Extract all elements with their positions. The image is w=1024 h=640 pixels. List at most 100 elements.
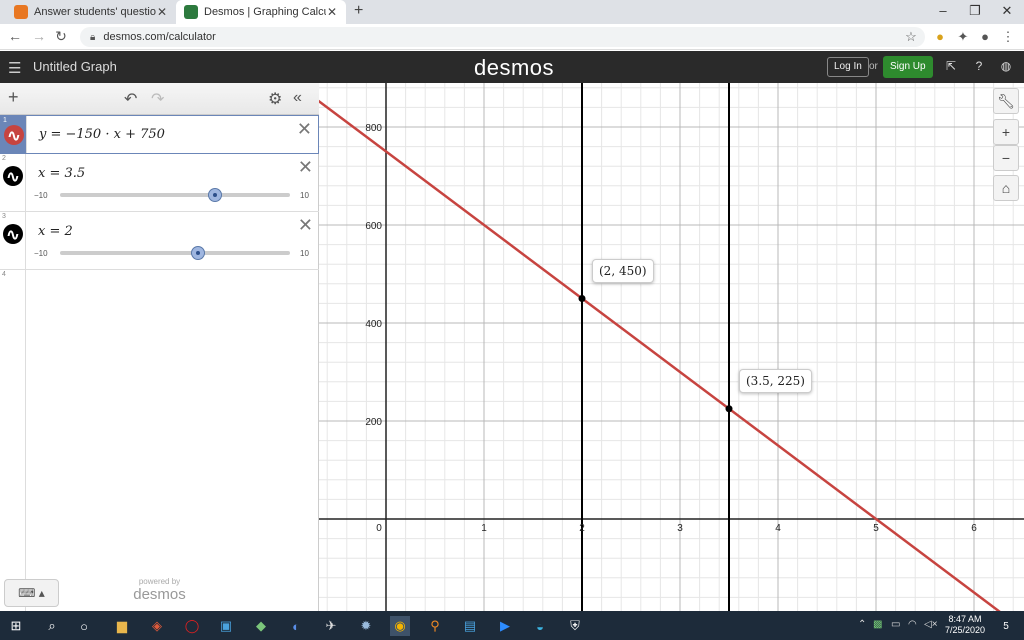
undo-icon[interactable]: ↶ — [124, 89, 137, 109]
y-tick-label: 200 — [365, 417, 382, 428]
zoom-app-icon[interactable]: ▶ — [495, 616, 515, 636]
clock[interactable]: 8:47 AM 7/25/2020 — [938, 614, 992, 636]
bookmark-star-icon[interactable]: ☆ — [903, 29, 919, 45]
x-tick-label: 1 — [481, 523, 487, 534]
app-icon[interactable]: ✈ — [321, 616, 341, 636]
slider-min[interactable]: −10 — [34, 191, 48, 200]
add-item-icon[interactable]: + — [8, 87, 19, 108]
graph-color-icon[interactable]: ∿ — [3, 166, 23, 186]
search-app-icon[interactable]: ⚲ — [425, 616, 445, 636]
redo-icon[interactable]: ↷ — [151, 89, 164, 109]
tray-chevron-icon[interactable]: ⌃ — [858, 619, 866, 630]
task-view-icon[interactable]: ○ — [74, 616, 94, 636]
collapse-panel-icon[interactable]: « — [293, 89, 302, 107]
extensions-puzzle-icon[interactable]: ✦ — [955, 29, 971, 45]
share-icon[interactable]: ⇱ — [942, 59, 960, 73]
keypad-toggle-button[interactable]: ⌨ ▴ — [4, 579, 59, 607]
battery-icon[interactable]: ▭ — [891, 619, 900, 630]
menu-icon[interactable]: ☰ — [8, 59, 21, 77]
expression-gutter: 1 ∿ — [1, 116, 27, 153]
wifi-icon[interactable]: ◠ — [908, 619, 917, 630]
point-label[interactable]: (3.5, 225) — [739, 368, 812, 393]
browser-menu-icon[interactable]: ⋮ — [1000, 29, 1016, 45]
delete-expression-icon[interactable]: ✕ — [297, 119, 312, 140]
point-label[interactable]: (2, 450) — [592, 258, 654, 283]
log-in-button[interactable]: Log In — [827, 57, 869, 77]
zoom-out-button[interactable]: − — [993, 145, 1019, 171]
delete-expression-icon[interactable]: ✕ — [298, 215, 313, 236]
start-icon[interactable]: ⊞ — [6, 616, 26, 636]
expression-math[interactable]: y = −150 · x + 750 — [39, 127, 165, 142]
profile-icon[interactable]: ● — [977, 29, 993, 44]
home-icon[interactable]: ⌂ — [993, 175, 1019, 201]
minimize-button[interactable]: – — [928, 3, 958, 18]
volume-icon[interactable]: ◁× — [924, 619, 938, 630]
extension-icon[interactable]: ● — [932, 29, 948, 44]
keyboard-icon: ⌨ ▴ — [18, 586, 45, 600]
app-icon[interactable]: ▣ — [216, 616, 236, 636]
expression-index: 3 — [2, 213, 6, 220]
delete-expression-icon[interactable]: ✕ — [298, 157, 313, 178]
app-icon[interactable]: ▤ — [460, 616, 480, 636]
expression-row-2[interactable]: 2 ∿ x = 3.5 ✕ −10 10 — [0, 154, 319, 212]
desmos-icon — [184, 5, 198, 19]
desmos-logo: desmos — [474, 55, 555, 80]
graph-canvas[interactable]: 0 1 2 3 4 5 6 200 400 600 800 — [319, 83, 1024, 611]
chrome-icon[interactable]: ◉ — [390, 616, 410, 636]
app-icon[interactable]: ◈ — [147, 616, 167, 636]
opera-icon[interactable]: ◯ — [182, 616, 202, 636]
close-window-button[interactable]: ✕ — [992, 3, 1022, 19]
graph-paper[interactable]: 0 1 2 3 4 5 6 200 400 600 800 (2, 450) (3.5, 225) … — [319, 83, 1024, 611]
app-icon[interactable]: ✹ — [356, 616, 376, 636]
restore-button[interactable]: ❐ — [960, 3, 990, 19]
settings-gear-icon[interactable]: ⚙ — [268, 89, 282, 109]
slider-thumb[interactable] — [208, 188, 223, 202]
expression-gutter: 2 ∿ — [0, 154, 26, 211]
desmos-header: ☰ Untitled Graph desmos Log In or Sign U… — [0, 51, 1024, 83]
file-explorer-icon[interactable]: ▆ — [112, 616, 132, 636]
notification-count: 5 — [1003, 620, 1009, 632]
app-icon[interactable]: ◆ — [251, 616, 271, 636]
zoom-in-button[interactable]: + — [993, 119, 1019, 145]
globe-icon[interactable]: ◍ — [997, 59, 1015, 73]
close-tab-icon[interactable]: ✕ — [326, 5, 338, 19]
slider-track[interactable] — [60, 193, 290, 197]
slider-max[interactable]: 10 — [300, 249, 309, 258]
search-icon[interactable]: ⌕ — [42, 616, 62, 636]
expression-index: 1 — [3, 117, 7, 124]
intersection-point — [578, 295, 586, 302]
graph-color-icon[interactable]: ∿ — [3, 224, 23, 244]
reload-icon[interactable]: ↻ — [52, 28, 70, 45]
app-icon[interactable]: ◐ — [286, 616, 306, 636]
slider-track[interactable] — [60, 251, 290, 255]
notifications-icon[interactable]: 5 — [996, 616, 1016, 636]
lock-icon: 🔒︎ — [90, 31, 96, 43]
expression-math[interactable]: x = 3.5 — [38, 166, 85, 181]
graph-color-icon[interactable]: ∿ — [4, 125, 24, 145]
tab-chegg[interactable]: Answer students' questions and ✕ — [6, 0, 176, 24]
close-tab-icon[interactable]: ✕ — [156, 5, 168, 19]
expression-math[interactable]: x = 2 — [38, 224, 73, 239]
slider-max[interactable]: 10 — [300, 191, 309, 200]
tray-app-icon[interactable]: ▩ — [873, 619, 882, 630]
expression-row-3[interactable]: 3 ∿ x = 2 ✕ −10 10 — [0, 212, 319, 270]
expression-row-1[interactable]: 1 ∿ y = −150 · x + 750 ✕ — [0, 115, 319, 154]
back-icon[interactable]: ← — [6, 28, 24, 44]
new-tab-button[interactable]: + — [354, 2, 363, 20]
forward-icon[interactable]: → — [30, 28, 48, 44]
edge-icon[interactable]: ◒ — [530, 616, 550, 636]
address-bar[interactable]: 🔒︎ desmos.com/calculator — [80, 27, 925, 47]
sign-up-button[interactable]: Sign Up — [883, 56, 933, 78]
slider-thumb[interactable] — [191, 246, 205, 260]
chegg-icon — [14, 5, 28, 19]
empty-expression-row[interactable]: 4 — [0, 270, 26, 611]
x-tick-label: 2 — [579, 523, 585, 534]
graph-title[interactable]: Untitled Graph — [33, 59, 117, 74]
security-shield-icon[interactable]: ⛨ — [565, 616, 585, 636]
slider-min[interactable]: −10 — [34, 249, 48, 258]
help-icon[interactable]: ? — [970, 59, 988, 73]
tab-desmos[interactable]: Desmos | Graphing Calculator ✕ — [176, 0, 346, 24]
intersection-point — [725, 405, 733, 413]
expression-index: 2 — [2, 155, 6, 162]
wrench-icon[interactable]: 🔧︎ — [993, 88, 1019, 114]
